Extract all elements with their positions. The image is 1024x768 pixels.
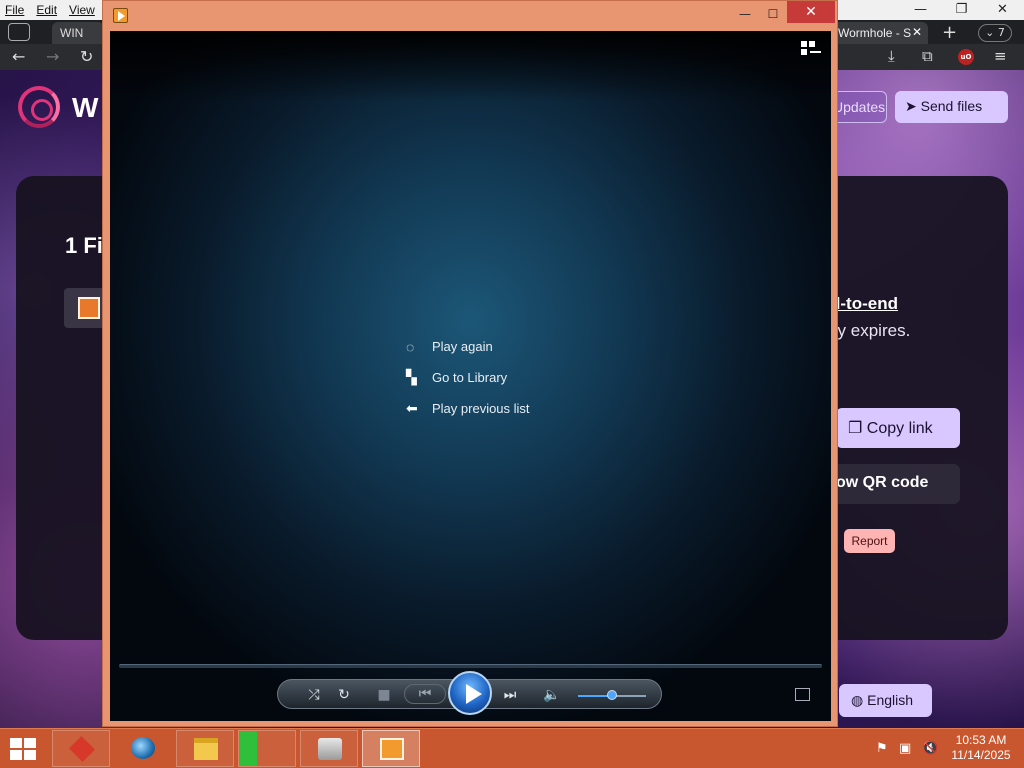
show-qr-label: ow QR code <box>836 474 929 491</box>
wormhole-logo-icon <box>18 86 60 128</box>
taskbar-green-app[interactable] <box>238 730 296 767</box>
start-button[interactable] <box>10 738 38 760</box>
video-file-icon <box>78 297 100 319</box>
copy-icon: ❐ <box>848 420 863 437</box>
player-close-button[interactable]: ✕ <box>787 1 835 23</box>
action-center-icon[interactable]: ⚑ <box>876 741 888 756</box>
tab-wormhole[interactable]: Wormhole - S ✕ <box>832 22 928 44</box>
ublock-icon[interactable]: uO <box>958 49 974 65</box>
report-button[interactable]: Report <box>844 529 895 553</box>
replay-icon: ◌ <box>406 338 415 355</box>
player-titlebar[interactable]: — ☐ ✕ <box>103 1 837 29</box>
media-player-app-icon <box>113 8 128 23</box>
send-icon: ➤ <box>905 98 917 114</box>
send-files-label: Send files <box>920 98 983 114</box>
forward-icon[interactable]: → <box>46 47 59 66</box>
taskbar-file-explorer[interactable] <box>176 730 234 767</box>
switch-to-now-playing-icon[interactable] <box>795 688 810 701</box>
media-player-window: — ☐ ✕ ◌ Play again ▚ Go to Library ⬅ Pla… <box>102 0 838 727</box>
clock-time: 10:53 AM <box>955 733 1007 747</box>
e2e-link[interactable]: d-to-end <box>830 294 898 314</box>
tab-wormhole-label: Wormhole - S <box>838 26 912 40</box>
back-arrow-icon: ⬅ <box>406 400 418 416</box>
taskbar-scanner[interactable] <box>300 730 358 767</box>
language-label: English <box>867 692 914 708</box>
reload-icon[interactable]: ↻ <box>80 47 93 66</box>
green-app-icon <box>239 731 257 766</box>
taskbar-media-player[interactable] <box>362 730 420 767</box>
menu-file[interactable]: File <box>5 3 24 17</box>
new-tab-icon[interactable]: + <box>942 22 957 43</box>
network-icon[interactable]: ▣ <box>899 741 911 756</box>
media-player-icon <box>380 738 404 760</box>
tab-count-badge[interactable]: ⌄ 7 <box>978 24 1012 42</box>
taskbar-app-red[interactable] <box>52 730 110 767</box>
player-end-menu: ◌ Play again ▚ Go to Library ⬅ Play prev… <box>406 331 530 424</box>
globe-icon: ◍ <box>851 692 864 708</box>
menu-hamburger-icon[interactable]: ≡ <box>994 47 1007 65</box>
files-title: 1 Fi <box>65 233 103 258</box>
player-content-area: ◌ Play again ▚ Go to Library ⬅ Play prev… <box>110 31 831 721</box>
copy-link-button[interactable]: ❐ Copy link <box>836 408 960 448</box>
play-again-label: Play again <box>432 339 493 354</box>
go-to-library-label: Go to Library <box>432 370 508 385</box>
repeat-icon[interactable]: ↻ <box>332 685 356 705</box>
player-minimize-button[interactable]: — <box>731 4 759 24</box>
system-clock[interactable]: 10:53 AM 11/14/2025 <box>948 733 1014 763</box>
volume-knob[interactable] <box>607 690 617 700</box>
app-red-icon <box>68 735 96 763</box>
browser-globe-icon <box>131 737 155 759</box>
tab-win[interactable]: WIN <box>52 22 104 44</box>
tab-count: 7 <box>997 26 1005 39</box>
tab-close-icon[interactable]: ✕ <box>912 25 922 39</box>
tab-overview-icon[interactable] <box>8 23 30 41</box>
play-again-item[interactable]: ◌ Play again <box>406 331 530 362</box>
stop-icon[interactable]: ■ <box>372 685 396 705</box>
tab-win-label: WIN <box>60 26 84 40</box>
show-qr-button[interactable]: ow QR code <box>826 464 960 504</box>
scanner-icon <box>318 738 342 760</box>
browser-restore-button[interactable]: ❐ <box>941 0 982 20</box>
clock-date: 11/14/2025 <box>951 748 1011 762</box>
play-previous-list-item[interactable]: ⬅ Play previous list <box>406 393 530 424</box>
menu-view[interactable]: View <box>69 3 95 17</box>
previous-icon[interactable]: ⏮ <box>404 684 446 704</box>
go-to-library-item[interactable]: ▚ Go to Library <box>406 362 530 393</box>
menu-edit[interactable]: Edit <box>36 3 57 17</box>
send-files-button[interactable]: ➤ Send files <box>895 91 1008 123</box>
shuffle-icon[interactable]: ⤮ <box>302 685 326 705</box>
seek-bar[interactable] <box>119 664 822 668</box>
player-maximize-button[interactable]: ☐ <box>759 4 787 24</box>
switch-to-library-icon[interactable] <box>801 41 821 57</box>
updates-label: Updates <box>833 99 886 115</box>
file-explorer-icon <box>194 738 218 760</box>
back-icon[interactable]: ← <box>12 47 25 66</box>
expires-text: lly expires. <box>830 321 911 340</box>
language-button[interactable]: ◍ English <box>839 684 932 717</box>
copy-link-label: Copy link <box>866 420 933 437</box>
browser-minimize-button[interactable]: — <box>900 0 941 20</box>
taskbar: ⚑ ▣ 🔇 10:53 AM 11/14/2025 <box>0 728 1024 768</box>
extensions-icon[interactable]: ⧉ <box>922 47 933 65</box>
taskbar-browser[interactable] <box>114 730 172 767</box>
library-icon: ▚ <box>406 369 417 385</box>
play-previous-list-label: Play previous list <box>432 401 530 416</box>
browser-close-button[interactable]: ✕ <box>982 0 1023 20</box>
wormhole-brand: W <box>72 92 99 123</box>
volume-icon[interactable]: 🔈 <box>540 685 564 705</box>
browser-window-controls: — ❐ ✕ <box>900 0 1024 20</box>
next-icon[interactable]: ⏭ <box>498 685 522 705</box>
play-button[interactable] <box>448 671 492 715</box>
download-icon[interactable]: ⤓ <box>888 47 895 65</box>
volume-muted-icon[interactable]: 🔇 <box>922 741 938 756</box>
